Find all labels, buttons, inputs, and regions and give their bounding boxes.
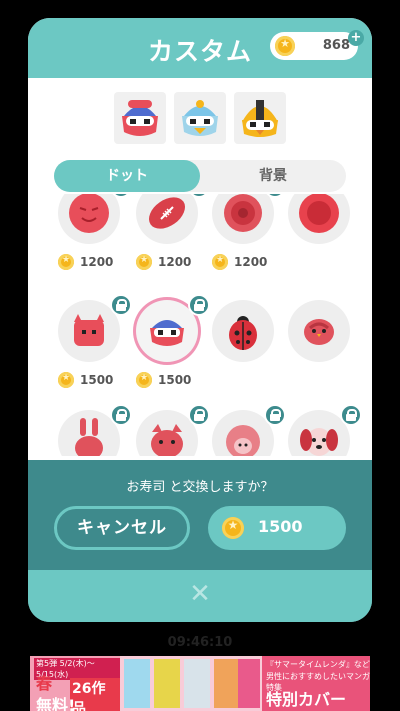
dialog-header: カスタム 868 + <box>28 18 372 78</box>
devil-face-icon <box>69 194 109 233</box>
lock-icon <box>340 404 362 426</box>
sushi-avatar-icon <box>114 92 166 144</box>
coin-icon <box>58 254 74 270</box>
chick-helmet-avatar-icon <box>234 92 286 144</box>
custom-dialog: カスタム 868 + <box>28 18 372 622</box>
coin-icon <box>58 372 74 388</box>
item-price: 1500 <box>136 372 206 392</box>
ad-book-cover <box>214 659 240 708</box>
ad-cta: 特別カバー <box>266 690 347 709</box>
grid-item[interactable]: 1500 <box>128 294 210 394</box>
grid-item[interactable] <box>50 404 132 456</box>
confirm-panel: お寿司 と交換しますか？ キャンセル 1500 ✕ <box>28 460 372 622</box>
item-circle <box>58 194 120 244</box>
item-grid: 1200 1200 <box>28 194 372 456</box>
grid-item[interactable] <box>204 294 282 394</box>
ad-left-panel: 第5弾 5/2(木)〜5/15(水) 春 26作品 無料! <box>30 656 120 711</box>
football-icon <box>148 197 186 229</box>
coin-icon <box>136 372 152 388</box>
item-price: 1500 <box>58 372 128 392</box>
item-circle <box>212 300 274 362</box>
item-price: 1200 <box>212 254 282 274</box>
tab-background[interactable]: 背景 <box>200 160 346 192</box>
item-circle <box>136 194 198 244</box>
confirm-question: お寿司 と交換しますか？ <box>126 480 274 495</box>
ad-banner[interactable]: 第5弾 5/2(木)〜5/15(水) 春 26作品 無料! 『サマータイムレンダ… <box>30 656 370 711</box>
ad-count: 26作品 <box>70 678 120 711</box>
clock-text: 09:46:10 <box>167 635 233 650</box>
grid-item[interactable] <box>280 404 362 456</box>
tab-bar: ドット 背景 <box>54 160 346 192</box>
coin-icon <box>275 36 295 56</box>
grid-item[interactable]: 1200 <box>204 194 286 276</box>
grid-item[interactable] <box>128 404 210 456</box>
red-bird-icon <box>304 319 334 345</box>
sun-icon <box>299 194 339 233</box>
close-icon[interactable]: ✕ <box>188 581 212 607</box>
rose-flower-icon <box>224 194 262 232</box>
item-price: 1200 <box>58 254 128 274</box>
ad-right-panel: 『サマータイムレンダ』など 男性におすすめしたいマンガ特集 特別カバー <box>262 656 370 711</box>
ad-book-cover <box>154 659 180 708</box>
grid-item[interactable]: 1500 <box>50 294 132 394</box>
grid-item[interactable]: 1200 <box>128 194 210 276</box>
add-coins-button[interactable]: + <box>348 30 364 46</box>
penguin-avatar-icon <box>174 92 226 144</box>
avatar-preview-row <box>28 92 372 146</box>
item-circle <box>288 194 350 244</box>
ad-free: 無料! <box>36 696 76 711</box>
tab-dot[interactable]: ドット <box>54 160 200 192</box>
cancel-button[interactable]: キャンセル <box>54 506 190 550</box>
exchange-button[interactable]: 1500 <box>208 506 346 550</box>
ad-subtitle: 『サマータイムレンダ』など <box>266 660 370 669</box>
item-circle <box>288 300 350 362</box>
price-label: 1200 <box>234 255 268 269</box>
ad-headline: 春 <box>36 674 53 693</box>
ladybug-icon <box>229 316 257 350</box>
price-label: 1200 <box>80 255 114 269</box>
exchange-price: 1500 <box>258 517 303 536</box>
price-label: 1500 <box>158 373 192 387</box>
coin-balance: 868 <box>270 32 358 60</box>
ad-book-cover <box>238 659 260 708</box>
grid-item[interactable] <box>280 294 358 394</box>
coin-count: 868 <box>322 38 350 53</box>
grid-item[interactable] <box>204 404 286 456</box>
price-label: 1200 <box>158 255 192 269</box>
item-circle <box>212 194 274 244</box>
grid-item[interactable]: 1200 <box>50 194 132 276</box>
grid-item[interactable] <box>280 194 358 276</box>
coin-icon <box>222 517 244 539</box>
item-price: 1200 <box>136 254 206 274</box>
dialog-footer: ✕ <box>28 570 372 622</box>
ad-book-cover <box>184 659 210 708</box>
ad-book-cover <box>124 659 150 708</box>
price-label: 1500 <box>80 373 114 387</box>
coin-icon <box>136 254 152 270</box>
coin-icon <box>212 254 228 270</box>
